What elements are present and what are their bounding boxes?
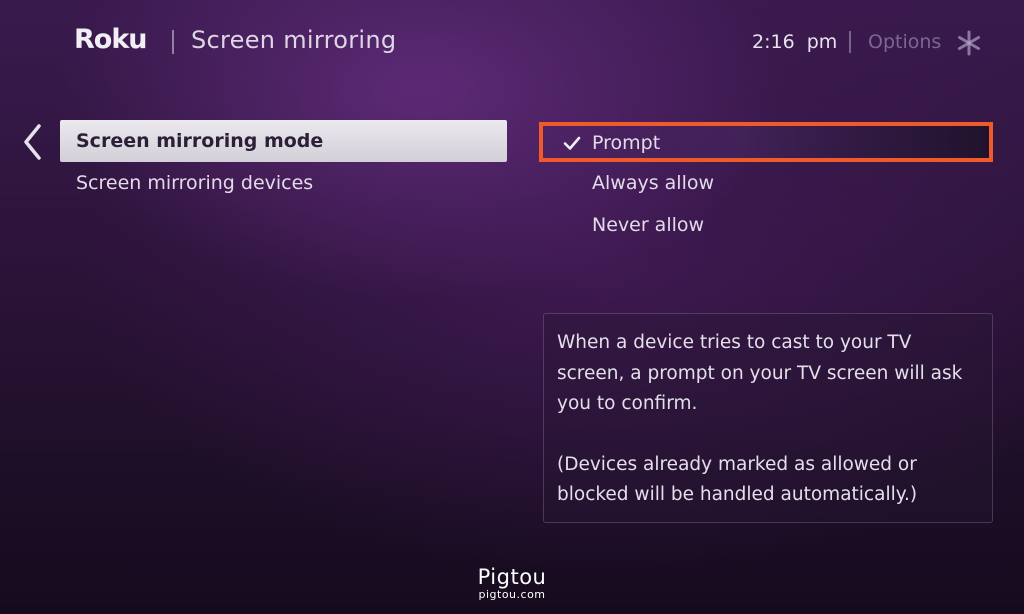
chevron-left-icon[interactable] [18,122,48,162]
checkmark-icon [563,136,581,150]
clock: 2:16 pm [752,31,838,53]
option-label: Always allow [592,172,715,194]
option-label: Never allow [592,214,705,236]
menu-item-screen-mirroring-mode[interactable]: Screen mirroring mode [60,120,507,162]
description-panel: When a device tries to cast to your TV s… [543,313,993,523]
option-always-allow[interactable]: Always allow [542,164,989,202]
watermark: Pigtou pigtou.com [0,566,1024,602]
option-prompt[interactable]: Prompt [542,124,989,162]
menu-item-label: Screen mirroring devices [76,172,314,194]
description-text: When a device tries to cast to your TV s… [557,332,963,414]
asterisk-icon[interactable] [956,30,982,56]
header-divider [172,30,174,54]
option-never-allow[interactable]: Never allow [542,206,989,244]
options-label[interactable]: Options [868,31,941,53]
menu-item-screen-mirroring-devices[interactable]: Screen mirroring devices [60,162,507,204]
watermark-brand: Pigtou [477,565,547,589]
menu-item-label: Screen mirroring mode [76,130,324,152]
watermark-url: pigtou.com [478,588,546,601]
description-note: (Devices already marked as allowed or bl… [557,453,918,506]
page-title: Screen mirroring [191,26,397,54]
options-divider [849,31,851,53]
roku-logo: Roku [74,24,148,55]
roku-screen: Roku Screen mirroring 2:16 pm Options Sc… [0,0,1024,614]
option-label: Prompt [592,132,661,154]
